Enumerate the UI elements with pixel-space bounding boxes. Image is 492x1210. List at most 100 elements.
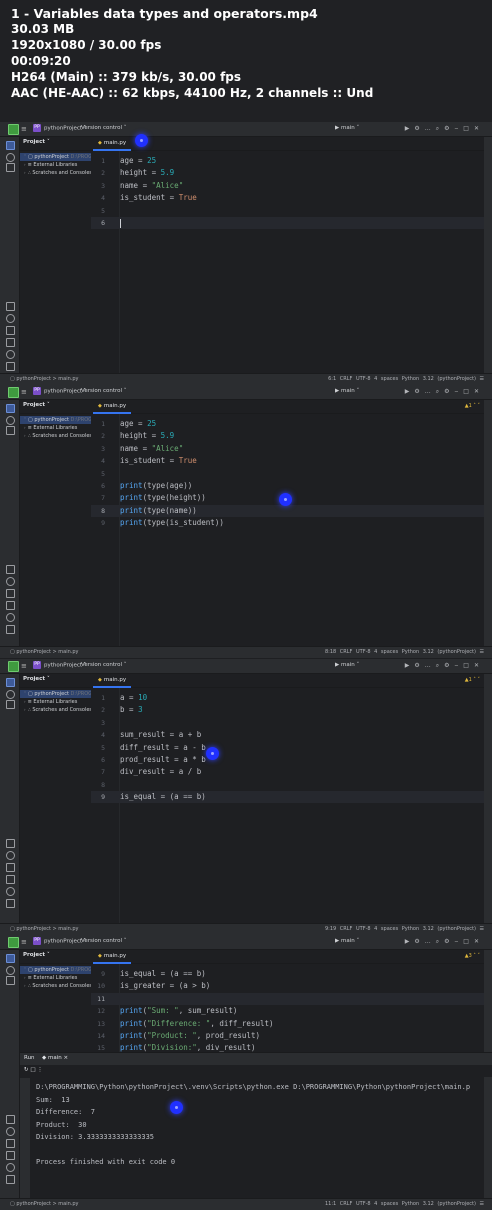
terminal-icon[interactable] bbox=[6, 338, 15, 347]
tree-item-external-libraries[interactable]: › ≡ External Libraries bbox=[20, 974, 91, 982]
plugins-icon[interactable] bbox=[6, 302, 15, 311]
video-codec: H264 (Main) :: 379 kb/s, 30.00 fps bbox=[11, 70, 242, 84]
editor-tab-bar: ◆ main.py bbox=[91, 400, 484, 414]
hamburger-menu-icon[interactable]: ≡ bbox=[21, 662, 27, 670]
tree-item-pythonproject[interactable]: ˅▢ pythonProject D:\PROGRAM bbox=[20, 153, 91, 161]
tree-item-scratches[interactable]: › ∴ Scratches and Consoles bbox=[20, 432, 91, 440]
status-info[interactable]: 9:19 CRLF UTF-8 4 spaces Python 3.12 (py… bbox=[325, 926, 484, 932]
toolbar-actions[interactable]: ▶⚙…⌕⚙‒□✕ bbox=[405, 388, 484, 396]
git-icon[interactable] bbox=[6, 362, 15, 371]
status-info[interactable]: 6:1 CRLF UTF-8 4 spaces Python 3.12 (pyt… bbox=[328, 376, 484, 382]
code-editor[interactable]: 9 is_equal = (a == b) 10 is_greater = (a > … bbox=[91, 964, 484, 1058]
ide-logo-icon bbox=[8, 387, 19, 398]
tab-main-py[interactable]: ◆ main.py bbox=[93, 400, 132, 414]
commit-icon[interactable] bbox=[6, 966, 15, 975]
commit-icon[interactable] bbox=[6, 690, 15, 699]
layers-icon[interactable] bbox=[6, 314, 15, 323]
tree-item-scratches[interactable]: › ∴ Scratches and Consoles bbox=[20, 706, 91, 714]
run-console[interactable]: D:\PROGRAMMING\Python\pythonProject\.ven… bbox=[30, 1078, 484, 1199]
layers-icon[interactable] bbox=[6, 1127, 15, 1136]
problems-icon[interactable] bbox=[6, 1163, 15, 1172]
tree-item-pythonproject[interactable]: ˅▢ pythonProject D:\PROGRAM bbox=[20, 690, 91, 698]
tab-main-py[interactable]: ◆ main.py bbox=[93, 674, 132, 688]
folder-icon[interactable] bbox=[6, 678, 15, 687]
editor-tab-bar: ◆ main.py bbox=[91, 137, 484, 151]
line-number: 11 bbox=[97, 994, 105, 1003]
structure-icon[interactable] bbox=[6, 976, 15, 985]
tab-label: main.py bbox=[103, 140, 127, 146]
tree-item-external-libraries[interactable]: › ≡ External Libraries bbox=[20, 424, 91, 432]
tree-item-pythonproject[interactable]: ˅▢ pythonProject D:\PROGRAM bbox=[20, 416, 91, 424]
git-icon[interactable] bbox=[6, 899, 15, 908]
toolbar-actions[interactable]: ▶⚙…⌕⚙‒□✕ bbox=[405, 938, 484, 946]
toolbar-actions[interactable]: ▶⚙…⌕⚙‒□✕ bbox=[405, 662, 484, 670]
problems-icon[interactable] bbox=[6, 613, 15, 622]
plugins-icon[interactable] bbox=[6, 1115, 15, 1124]
status-info[interactable]: 8:18 CRLF UTF-8 4 spaces Python 3.12 (py… bbox=[325, 649, 484, 655]
git-icon[interactable] bbox=[6, 1175, 15, 1184]
folder-icon[interactable] bbox=[6, 954, 15, 963]
run-icon[interactable] bbox=[6, 326, 15, 335]
rerun-icon[interactable]: ↻ □ ⋮ bbox=[24, 1067, 43, 1073]
hamburger-menu-icon[interactable]: ≡ bbox=[21, 938, 27, 946]
hamburger-menu-icon[interactable]: ≡ bbox=[21, 125, 27, 133]
problems-icon[interactable] bbox=[6, 887, 15, 896]
version-control-menu[interactable]: Version control ˅ bbox=[81, 125, 127, 131]
project-switcher[interactable]: PP pythonProject ˅ bbox=[33, 387, 87, 395]
hamburger-menu-icon[interactable]: ≡ bbox=[21, 388, 27, 396]
run-tab-label[interactable]: Run bbox=[24, 1055, 35, 1061]
tree-item-scratches[interactable]: › ∴ Scratches and Consoles bbox=[20, 169, 91, 177]
problems-icon[interactable] bbox=[6, 350, 15, 359]
warning-indicator[interactable]: ▲1 ˄ ˅ bbox=[465, 677, 480, 683]
tree-item-pythonproject[interactable]: ˅▢ pythonProject D:\PROGRAM bbox=[20, 966, 91, 974]
structure-icon[interactable] bbox=[6, 163, 15, 172]
project-switcher[interactable]: PP pythonProject ˅ bbox=[33, 124, 87, 132]
tab-label: main.py bbox=[103, 677, 127, 683]
code-editor[interactable]: 1a = 10 2 b = 3 3 4 sum_result = a + b 5 diff_r… bbox=[91, 688, 484, 923]
folder-icon[interactable] bbox=[6, 404, 15, 413]
code-token: "Alice" bbox=[151, 443, 184, 453]
plugins-icon[interactable] bbox=[6, 839, 15, 848]
breadcrumb[interactable]: ▢ pythonProject > main.py bbox=[10, 1201, 79, 1207]
terminal-icon[interactable] bbox=[6, 601, 15, 610]
layers-icon[interactable] bbox=[6, 577, 15, 586]
branch-selector[interactable]: ▶ main ˅ bbox=[335, 662, 359, 668]
version-control-menu[interactable]: Version control ˅ bbox=[81, 662, 127, 668]
version-control-menu[interactable]: Version control ˅ bbox=[81, 938, 127, 944]
project-switcher[interactable]: PP pythonProject ˅ bbox=[33, 937, 87, 945]
run-icon[interactable] bbox=[6, 589, 15, 598]
terminal-icon[interactable] bbox=[6, 1151, 15, 1160]
breadcrumb[interactable]: ▢ pythonProject > main.py bbox=[10, 376, 79, 382]
structure-icon[interactable] bbox=[6, 700, 15, 709]
branch-selector[interactable]: ▶ main ˅ bbox=[335, 125, 359, 131]
tree-item-external-libraries[interactable]: › ≡ External Libraries bbox=[20, 161, 91, 169]
commit-icon[interactable] bbox=[6, 416, 15, 425]
code-editor[interactable]: 1 age = 25 2 height = 5.9 3 name = "Alice" 4 is… bbox=[91, 151, 484, 373]
folder-icon[interactable] bbox=[6, 141, 15, 150]
warning-indicator[interactable]: ▲1 ˄ ˅ bbox=[465, 403, 480, 409]
breadcrumb[interactable]: ▢ pythonProject > main.py bbox=[10, 926, 79, 932]
status-info[interactable]: 11:1 CRLF UTF-8 4 spaces Python 3.12 (py… bbox=[325, 1201, 484, 1207]
tree-item-scratches[interactable]: › ∴ Scratches and Consoles bbox=[20, 982, 91, 990]
commit-icon[interactable] bbox=[6, 153, 15, 162]
toolbar-actions[interactable]: ▶⚙…⌕⚙‒□✕ bbox=[405, 125, 484, 133]
branch-selector[interactable]: ▶ main ˅ bbox=[335, 388, 359, 394]
run-icon[interactable] bbox=[6, 1139, 15, 1148]
structure-icon[interactable] bbox=[6, 426, 15, 435]
run-config-label[interactable]: ◆ main × bbox=[42, 1055, 68, 1061]
tree-item-external-libraries[interactable]: › ≡ External Libraries bbox=[20, 698, 91, 706]
project-switcher[interactable]: PP pythonProject ˅ bbox=[33, 661, 87, 669]
warning-indicator[interactable]: ▲3 ˄ ˅ bbox=[465, 953, 480, 959]
breadcrumb[interactable]: ▢ pythonProject > main.py bbox=[10, 649, 79, 655]
code-editor[interactable]: 1 age = 25 2 height = 5.9 3 name = "Alice" 4 is… bbox=[91, 414, 484, 646]
git-icon[interactable] bbox=[6, 625, 15, 634]
layers-icon[interactable] bbox=[6, 851, 15, 860]
terminal-icon[interactable] bbox=[6, 875, 15, 884]
plugins-icon[interactable] bbox=[6, 565, 15, 574]
tree-root-path: D:\PROGRAM bbox=[70, 417, 92, 423]
branch-selector[interactable]: ▶ main ˅ bbox=[335, 938, 359, 944]
version-control-menu[interactable]: Version control ˅ bbox=[81, 388, 127, 394]
tab-main-py[interactable]: ◆ main.py bbox=[93, 950, 132, 964]
run-icon[interactable] bbox=[6, 863, 15, 872]
tab-main-py[interactable]: ◆ main.py bbox=[93, 137, 132, 151]
